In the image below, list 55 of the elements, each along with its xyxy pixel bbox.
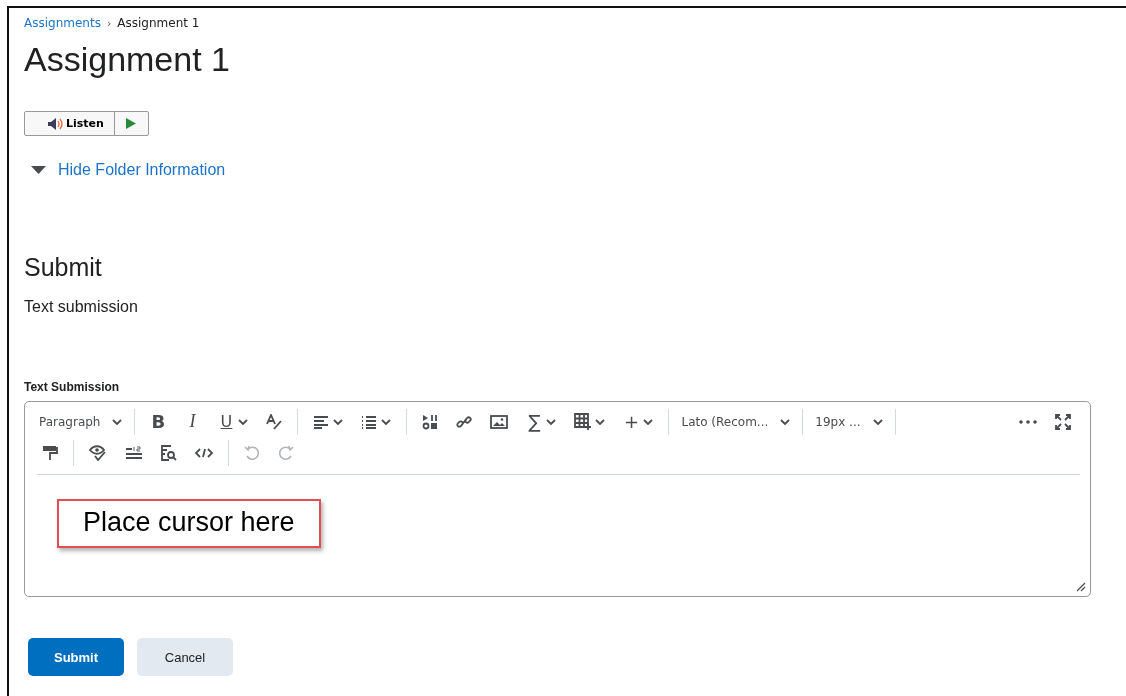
redo-icon <box>278 444 294 461</box>
submit-button[interactable]: Submit <box>28 638 124 676</box>
toolbar-button[interactable]: U <box>209 407 258 436</box>
chevron-icon <box>238 418 249 425</box>
eye-check-icon <box>89 444 107 461</box>
toolbar-dropdown[interactable]: Lato (Recom... <box>675 407 797 436</box>
table-icon <box>574 413 592 430</box>
undo-icon <box>244 444 260 461</box>
bulleted-list-icon <box>361 414 378 429</box>
listen-button[interactable]: Listen <box>25 112 115 135</box>
toolbar-dropdown[interactable]: 19px ... <box>809 407 889 436</box>
cancel-button[interactable]: Cancel <box>137 638 233 676</box>
toolbar-button[interactable]: I <box>175 407 210 436</box>
chevron-icon <box>872 418 883 425</box>
chevron-icon <box>643 418 654 425</box>
callout-text: Place cursor here <box>57 499 321 548</box>
glyph-icon: I <box>184 411 201 432</box>
toolbar-button[interactable]: ∑ <box>517 407 566 436</box>
word-count-icon <box>125 445 143 460</box>
align-left-icon <box>313 414 330 429</box>
glyph-icon: U <box>218 412 235 431</box>
text-editor[interactable]: Paragraph B I U ∑ + Lato (Recom... 19px ... Place cursor here <box>24 401 1091 597</box>
section-text: Text submission <box>24 298 139 316</box>
preview-icon <box>161 444 177 461</box>
image-icon <box>490 414 509 429</box>
play-icon <box>126 118 137 129</box>
breadcrumb-separator: › <box>106 16 112 30</box>
glyph-icon: + <box>623 411 640 432</box>
more-icon <box>1019 419 1037 424</box>
chevron-icon <box>780 418 791 425</box>
speaker-icon <box>47 116 63 131</box>
chevron-icon <box>595 418 606 425</box>
breadcrumb-current: Assignment 1 <box>117 16 200 30</box>
page-title: Assignment 1 <box>24 40 231 79</box>
fullscreen-icon <box>1055 413 1071 430</box>
folder-toggle-link[interactable]: Hide Folder Information <box>58 161 226 179</box>
code-icon <box>195 447 213 458</box>
toolbar-button[interactable]: B <box>141 407 176 436</box>
chevron-icon <box>112 418 123 425</box>
field-label: Text Submission <box>24 380 121 394</box>
link-icon <box>456 413 473 430</box>
chevron-icon <box>333 418 344 425</box>
chevron-icon <box>381 418 392 425</box>
breadcrumb-link[interactable]: Assignments <box>24 16 101 30</box>
text-style-icon <box>266 413 283 430</box>
chevron-icon <box>546 418 557 425</box>
resize-handle-icon <box>1076 582 1086 592</box>
paint-roller-icon <box>42 444 58 461</box>
toolbar-dropdown[interactable]: Paragraph <box>33 407 129 436</box>
glyph-icon: B <box>150 411 167 432</box>
caret-icon <box>31 166 46 174</box>
media-icon <box>422 413 439 430</box>
glyph-icon: ∑ <box>526 411 543 432</box>
toolbar-button[interactable]: + <box>614 407 663 436</box>
section-heading: Submit <box>24 253 103 282</box>
